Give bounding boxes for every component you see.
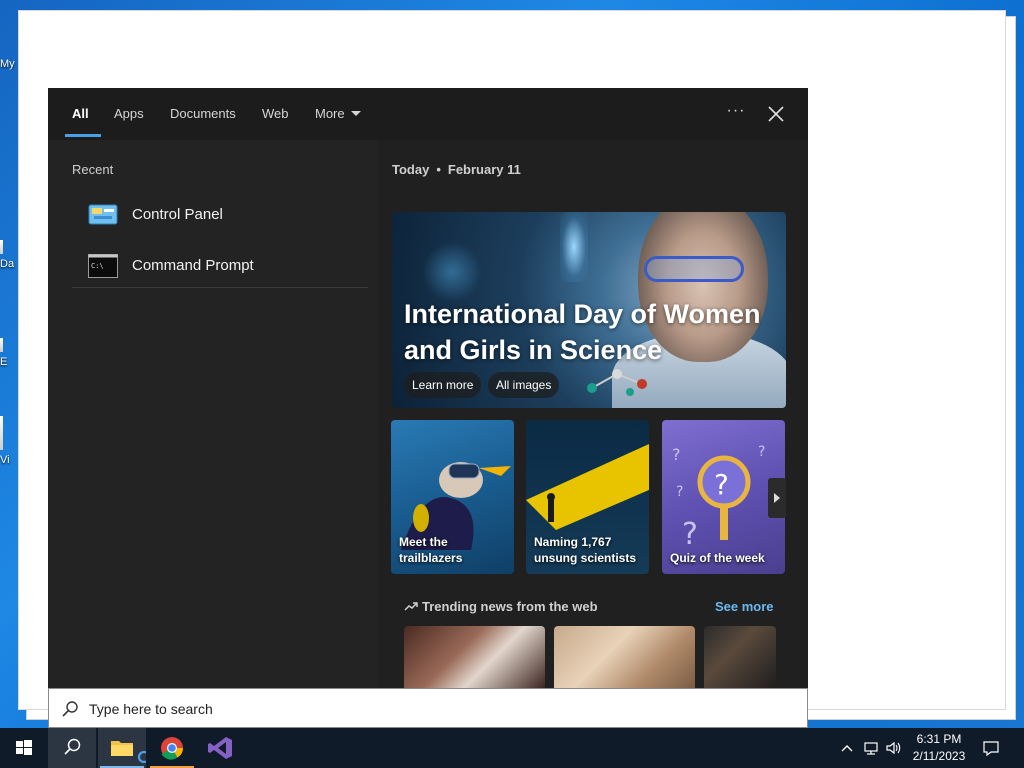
- card-label: Meet the trailblazers: [399, 535, 463, 565]
- tab-more-label: More: [315, 106, 345, 121]
- date-value: February 11: [447, 162, 521, 177]
- learn-more-button[interactable]: Learn more: [404, 372, 482, 398]
- control-panel-icon: [88, 204, 118, 225]
- svg-text:?: ?: [682, 517, 698, 552]
- desktop-icon-label: My: [0, 58, 15, 70]
- chevron-up-icon[interactable]: [838, 738, 856, 758]
- desktop-icon-label: Vi: [0, 454, 10, 466]
- desktop-icon-label: E: [0, 356, 8, 368]
- see-more-link[interactable]: See more: [715, 599, 774, 614]
- clock-date: 2/11/2023: [912, 749, 966, 763]
- recent-item-label: Command Prompt: [132, 257, 254, 274]
- taskbar-file-explorer[interactable]: [98, 728, 151, 768]
- search-input[interactable]: Type here to search: [48, 688, 808, 728]
- notifications-icon[interactable]: [982, 738, 1000, 758]
- card-trailblazers[interactable]: Meet the trailblazers: [391, 420, 514, 574]
- tab-more[interactable]: More: [315, 106, 361, 121]
- taskbar-chrome[interactable]: [148, 728, 196, 768]
- date-separator: •: [436, 162, 441, 177]
- desktop-icon-label: Da: [0, 258, 15, 270]
- windows-logo-icon: [16, 740, 32, 755]
- trending-icon: [404, 602, 418, 611]
- news-thumbnail[interactable]: [554, 626, 695, 688]
- svg-text:?: ?: [714, 468, 729, 501]
- carousel-next-button[interactable]: [768, 478, 786, 518]
- file-icon: [0, 240, 3, 254]
- card-label: Naming 1,767 unsung scientists: [534, 535, 637, 565]
- svg-text:?: ?: [676, 484, 683, 500]
- date-prefix: Today: [392, 162, 430, 177]
- card-unsung-scientists[interactable]: Naming 1,767 unsung scientists: [526, 420, 649, 574]
- recent-pane: Recent Control Panel C:\ Command Prompt: [48, 140, 378, 688]
- chevron-down-icon: [350, 111, 361, 116]
- close-icon: [768, 106, 784, 122]
- chrome-icon: [161, 737, 183, 760]
- tab-apps[interactable]: Apps: [114, 106, 144, 121]
- clock[interactable]: 6:31 PM 2/11/2023: [900, 731, 978, 765]
- card-label: Quiz of the week: [670, 551, 765, 565]
- taskbar-search-button[interactable]: [48, 728, 96, 768]
- search-icon: [64, 738, 81, 755]
- tab-documents[interactable]: Documents: [170, 106, 236, 121]
- trending-heading: Trending news from the web: [404, 599, 598, 614]
- hero-image-light: [560, 212, 588, 282]
- date-heading: Today • February 11: [392, 162, 521, 177]
- hero-title: International Day of Women and Girls in …: [404, 299, 761, 365]
- news-thumbnail[interactable]: [704, 626, 776, 688]
- network-icon[interactable]: [862, 738, 880, 758]
- trending-title: Trending news from the web: [422, 599, 598, 614]
- svg-text:C:\: C:\: [91, 262, 104, 270]
- search-placeholder: Type here to search: [89, 701, 213, 717]
- svg-text:?: ?: [672, 445, 681, 464]
- more-options-button[interactable]: ···: [724, 102, 748, 124]
- hero-card[interactable]: International Day of Women and Girls in …: [392, 212, 786, 408]
- search-tabs: All Apps Documents Web More ···: [48, 88, 808, 140]
- card-quiz[interactable]: ? ? ? ? ? Quiz of the week: [662, 420, 785, 574]
- tab-all[interactable]: All: [72, 106, 89, 121]
- search-flyout: All Apps Documents Web More ··· Recent C…: [48, 88, 808, 688]
- start-button[interactable]: [0, 728, 48, 768]
- file-icon: [0, 416, 3, 450]
- recent-item-control-panel[interactable]: Control Panel: [72, 190, 368, 240]
- highlights-pane: Today • February 11 International Day of W…: [378, 140, 808, 688]
- news-thumbnail[interactable]: [404, 626, 545, 688]
- recent-item-label: Control Panel: [132, 206, 223, 223]
- file-icon: [0, 338, 3, 352]
- svg-text:?: ?: [758, 444, 765, 460]
- hero-image-light: [422, 242, 482, 302]
- visual-studio-icon: [208, 737, 232, 759]
- active-tab-indicator: [65, 134, 101, 137]
- close-button[interactable]: [764, 102, 788, 126]
- folder-icon: [111, 741, 151, 764]
- recent-item-command-prompt[interactable]: C:\ Command Prompt: [72, 241, 368, 291]
- command-prompt-icon: C:\: [88, 254, 118, 278]
- tab-web[interactable]: Web: [262, 106, 289, 121]
- recent-heading: Recent: [72, 162, 114, 177]
- taskbar: 6:31 PM 2/11/2023: [0, 728, 1024, 768]
- safety-goggles-image: [644, 256, 744, 282]
- taskbar-visual-studio[interactable]: [196, 728, 244, 768]
- clock-time: 6:31 PM: [916, 732, 962, 746]
- all-images-button[interactable]: All images: [488, 372, 560, 398]
- search-icon: [62, 701, 78, 717]
